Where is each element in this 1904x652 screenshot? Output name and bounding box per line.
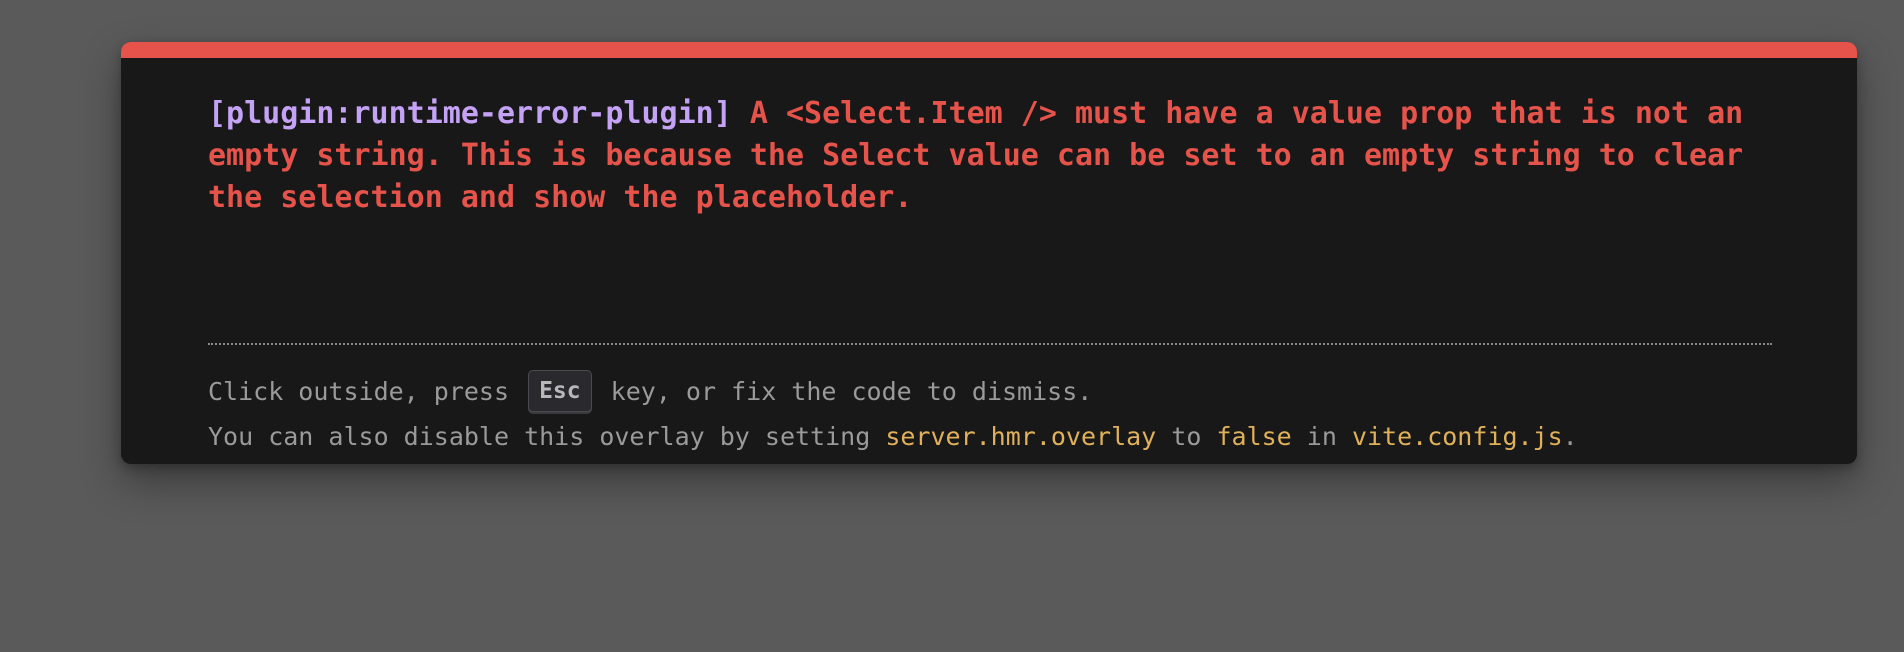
overlay-divider (208, 343, 1772, 345)
dismiss-tip-text-before: Click outside, press (208, 377, 525, 406)
dismiss-tip-text-after: key, or fix the code to dismiss. (595, 377, 1093, 406)
false-value-code: false (1216, 422, 1292, 451)
config-key-code: server.hmr.overlay (885, 422, 1157, 451)
dismiss-tip: Click outside, press Esc key, or fix the… (208, 370, 1093, 414)
disable-tip-text-4: . (1562, 422, 1578, 451)
config-file-code: vite.config.js (1351, 422, 1563, 451)
error-plugin-name: [plugin:runtime-error-plugin] (208, 96, 732, 131)
error-overlay-window: [plugin:runtime-error-plugin] A <Select.… (121, 42, 1857, 464)
disable-tip-text-1: You can also disable this overlay by set… (208, 422, 886, 451)
error-message: [plugin:runtime-error-plugin] A <Select.… (208, 93, 1772, 219)
esc-key-badge: Esc (528, 370, 592, 412)
disable-tip-text-3: in (1291, 422, 1352, 451)
disable-overlay-tip: You can also disable this overlay by set… (208, 420, 1578, 454)
disable-tip-text-2: to (1156, 422, 1217, 451)
error-overlay-content: [plugin:runtime-error-plugin] A <Select.… (208, 93, 1772, 451)
